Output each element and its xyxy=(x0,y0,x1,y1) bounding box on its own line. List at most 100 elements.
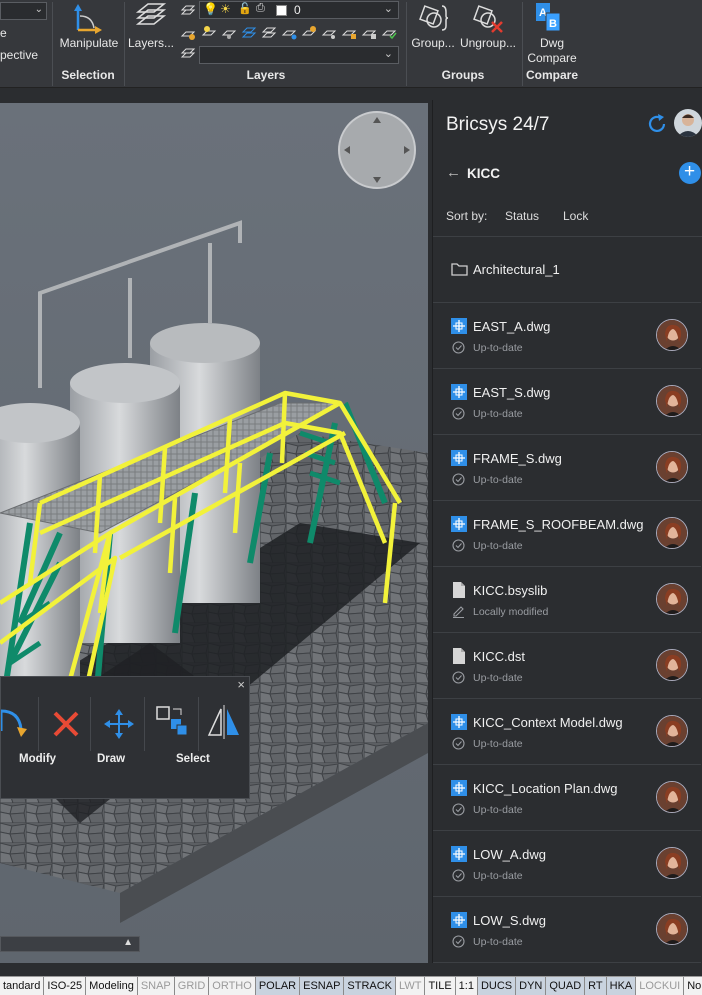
layer-off-icon[interactable] xyxy=(321,24,337,40)
add-button[interactable]: + xyxy=(679,161,701,184)
owner-avatar[interactable] xyxy=(656,517,688,549)
status-toggle-modeling[interactable]: Modeling xyxy=(86,977,138,995)
layer-lock-icon[interactable] xyxy=(341,24,357,40)
quad-modify-label[interactable]: Modify xyxy=(19,753,56,765)
manipulate-icon xyxy=(74,4,102,34)
status-toggle-hka[interactable]: HKA xyxy=(606,977,637,995)
group-button[interactable]: Group... xyxy=(410,0,456,60)
layer-unlock-icon[interactable] xyxy=(361,24,377,40)
status-toggle-iso-25[interactable]: ISO-25 xyxy=(44,977,87,995)
file-row[interactable]: EAST_A.dwg Up-to-date xyxy=(433,303,701,369)
view-style-dropdown[interactable]: ⌄ xyxy=(0,2,47,20)
layer-unisolate-icon[interactable] xyxy=(281,24,297,40)
person-photo-icon xyxy=(677,114,699,137)
layer-previous-icon[interactable] xyxy=(180,25,196,41)
file-row[interactable]: KICC_Location Plan.dwg Up-to-date xyxy=(433,765,701,831)
lock-open-icon: 🔓 xyxy=(238,3,252,15)
expand-up-icon[interactable]: ▲ xyxy=(123,937,133,948)
status-toggle-ducs[interactable]: DUCS xyxy=(477,977,517,995)
file-name: FRAME_S_ROOFBEAM.dwg xyxy=(473,517,644,532)
visual-style-label[interactable]: e xyxy=(0,26,7,40)
folder-row[interactable]: Architectural_1 xyxy=(433,237,701,303)
status-toggle-grid[interactable]: GRID xyxy=(175,977,210,995)
owner-avatar[interactable] xyxy=(656,385,688,417)
manipulate-button[interactable]: Manipulate xyxy=(56,0,120,60)
layer-check-icon[interactable] xyxy=(381,24,397,40)
quad-mirror-tool[interactable] xyxy=(199,697,249,751)
status-toggle-quad[interactable]: QUAD xyxy=(546,977,586,995)
move-arrows-icon xyxy=(104,709,134,739)
layer-freeze-icon[interactable] xyxy=(201,24,217,40)
status-toggle-tandard[interactable]: tandard xyxy=(0,977,45,995)
quad-select-tool[interactable] xyxy=(145,697,199,751)
dwg-compare-button[interactable]: A B Dwg Compare xyxy=(524,0,580,66)
file-row[interactable]: KICC_Context Model.dwg Up-to-date xyxy=(433,699,701,765)
layer-combo[interactable]: 💡 ☀ 🔓 ⎙ 0 ⌄ xyxy=(199,1,399,19)
status-toggle-ortho[interactable]: ORTHO xyxy=(209,977,256,995)
dwg-compare-icon: A B xyxy=(536,3,561,32)
file-status: Up-to-date xyxy=(473,936,523,948)
file-row[interactable]: KICC.dst Up-to-date xyxy=(433,633,701,699)
file-row[interactable]: FRAME_S.dwg Up-to-date xyxy=(433,435,701,501)
quad-select-label[interactable]: Select xyxy=(176,753,210,765)
dwg-file-icon xyxy=(451,780,467,796)
file-row[interactable]: EAST_S.dwg Up-to-date xyxy=(433,369,701,435)
status-toggle-lwt[interactable]: LWT xyxy=(396,977,426,995)
quad-modify-tool[interactable] xyxy=(1,697,39,751)
quad-erase-tool[interactable] xyxy=(39,697,91,751)
check-circle-icon xyxy=(452,473,465,486)
check-circle-icon xyxy=(452,671,465,684)
user-avatar[interactable] xyxy=(674,109,702,137)
sort-by-status[interactable]: Status xyxy=(505,209,539,223)
refresh-icon[interactable] xyxy=(646,113,668,135)
owner-avatar[interactable] xyxy=(656,781,688,813)
selection-group-label: Selection xyxy=(61,68,115,82)
perspective-label[interactable]: pective xyxy=(0,48,38,62)
ungroup-button[interactable]: Ungroup... xyxy=(458,0,518,60)
dwg-file-icon xyxy=(451,384,467,400)
status-toggle-dyn[interactable]: DYN xyxy=(516,977,547,995)
quad-move-tool[interactable] xyxy=(91,697,145,751)
file-row[interactable]: FRAME_S_ROOFBEAM.dwg Up-to-date xyxy=(433,501,701,567)
owner-avatar[interactable] xyxy=(656,319,688,351)
dwg-compare-label-1: Dwg xyxy=(539,36,564,50)
file-row[interactable]: LOW_A.dwg Up-to-date xyxy=(433,831,701,897)
layer-change-icon[interactable] xyxy=(261,24,277,40)
owner-avatar[interactable] xyxy=(656,451,688,483)
owner-avatar[interactable] xyxy=(656,913,688,945)
owner-avatar[interactable] xyxy=(656,715,688,747)
layers-button[interactable]: Layers... xyxy=(128,0,174,60)
command-line[interactable]: ▲ xyxy=(0,936,140,952)
file-name: LOW_S.dwg xyxy=(473,913,546,928)
owner-avatar[interactable] xyxy=(656,847,688,879)
check-circle-icon xyxy=(452,407,465,420)
quad-draw-label[interactable]: Draw xyxy=(97,753,125,765)
layer-filter-combo[interactable]: ⌄ xyxy=(199,46,399,64)
owner-avatar[interactable] xyxy=(656,583,688,615)
back-arrow-icon[interactable]: ← xyxy=(446,164,461,181)
status-toggle-tile[interactable]: TILE xyxy=(425,977,456,995)
close-icon[interactable]: × xyxy=(237,677,245,692)
status-toggle-lockui[interactable]: LOCKUI xyxy=(636,977,685,995)
status-toggle-none[interactable]: None xyxy=(684,977,702,995)
layer-thaw-icon[interactable] xyxy=(301,24,317,40)
pencil-icon xyxy=(452,605,465,618)
status-toggle-rt[interactable]: RT xyxy=(585,977,607,995)
layer-isolate-icon[interactable] xyxy=(221,24,237,40)
layer-states-icon[interactable] xyxy=(180,3,196,19)
owner-avatar[interactable] xyxy=(656,649,688,681)
model-viewport[interactable] xyxy=(0,103,428,963)
status-toggle-esnap[interactable]: ESNAP xyxy=(300,977,345,995)
sort-by-lock[interactable]: Lock xyxy=(563,209,588,223)
status-toggle-1-1[interactable]: 1:1 xyxy=(456,977,478,995)
dwg-file-icon xyxy=(451,912,467,928)
file-row[interactable]: KICC.bsyslib Locally modified xyxy=(433,567,701,633)
status-toggle-snap[interactable]: SNAP xyxy=(138,977,175,995)
status-toggle-strack[interactable]: STRACK xyxy=(344,977,397,995)
ungroup-button-label: Ungroup... xyxy=(459,36,517,50)
file-row[interactable]: LOW_S.dwg Up-to-date xyxy=(433,897,701,963)
layer-match-icon[interactable] xyxy=(241,24,257,40)
dwg-file-icon xyxy=(451,846,467,862)
layer-walk-icon[interactable] xyxy=(180,46,196,62)
status-toggle-polar[interactable]: POLAR xyxy=(255,977,301,995)
